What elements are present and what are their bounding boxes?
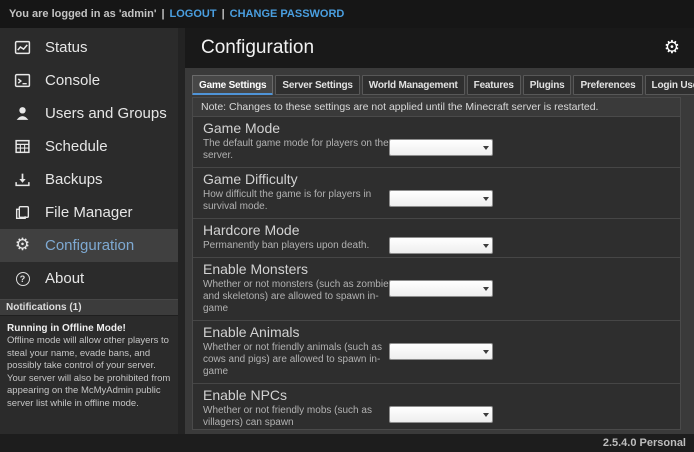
enable-npcs-select[interactable] — [389, 406, 493, 423]
tab-preferences[interactable]: Preferences — [573, 75, 642, 95]
schedule-icon — [13, 137, 32, 156]
sidebar-item-label: About — [45, 270, 84, 287]
setting-description: Whether or not friendly mobs (such as vi… — [203, 405, 395, 429]
setting-title: Enable Monsters — [203, 262, 680, 277]
notification-text: Offline mode will allow other players to… — [7, 335, 171, 410]
sidebar-item-label: Console — [45, 72, 100, 89]
notifications-body: Running in Offline Mode! Offline mode wi… — [0, 316, 178, 416]
main-header: Configuration ⚙ — [185, 28, 694, 68]
setting-description: Permanently ban players upon death. — [203, 240, 395, 252]
enable-monsters-select[interactable] — [389, 280, 493, 297]
sidebar-item-label: Backups — [45, 171, 103, 188]
version-label: 2.5.4.0 Personal — [603, 437, 686, 449]
footer: 2.5.4.0 Personal — [0, 434, 694, 452]
users-icon — [13, 104, 32, 123]
setting-description: How difficult the game is for players in… — [203, 189, 395, 213]
setting-game-difficulty: Game Difficulty How difficult the game i… — [193, 168, 680, 219]
sidebar-item-console[interactable]: Console — [0, 64, 178, 97]
setting-description: Whether or not monsters (such as zombies… — [203, 279, 395, 315]
tab-plugins[interactable]: Plugins — [523, 75, 572, 95]
enable-animals-select[interactable] — [389, 343, 493, 360]
notification-title: Running in Offline Mode! — [7, 322, 171, 335]
tab-bar: Game Settings Server Settings World Mana… — [192, 75, 681, 95]
sidebar-item-label: Schedule — [45, 138, 108, 155]
settings-panel: Note: Changes to these settings are not … — [192, 97, 681, 430]
gear-icon: ⚙ — [664, 37, 680, 58]
chevron-down-icon — [483, 146, 489, 150]
setting-title: Enable NPCs — [203, 388, 680, 403]
tab-features[interactable]: Features — [467, 75, 521, 95]
sidebar-item-label: Configuration — [45, 237, 134, 254]
tab-world-management[interactable]: World Management — [362, 75, 465, 95]
hardcore-mode-select[interactable] — [389, 237, 493, 254]
status-icon — [13, 38, 32, 57]
file-manager-icon — [13, 203, 32, 222]
game-mode-select[interactable] — [389, 139, 493, 156]
setting-game-mode: Game Mode The default game mode for play… — [193, 117, 680, 168]
topbar-separator: | — [161, 8, 164, 20]
chevron-down-icon — [483, 413, 489, 417]
mcmyadmin-app: You are logged in as 'admin' | LOGOUT | … — [0, 0, 694, 452]
notifications-header: Notifications (1) — [0, 299, 178, 316]
setting-enable-monsters: Enable Monsters Whether or not monsters … — [193, 258, 680, 321]
chevron-down-icon — [483, 197, 489, 201]
sidebar-item-file-manager[interactable]: File Manager — [0, 196, 178, 229]
tab-login-users[interactable]: Login Users — [645, 75, 694, 95]
tab-server-settings[interactable]: Server Settings — [275, 75, 359, 95]
main-panel: Configuration ⚙ Game Settings Server Set… — [185, 28, 694, 434]
logged-in-text: You are logged in as 'admin' — [9, 8, 156, 20]
sidebar-item-status[interactable]: Status — [0, 31, 178, 64]
chevron-down-icon — [483, 244, 489, 248]
setting-description: The default game mode for players on the… — [203, 138, 395, 162]
sidebar-item-backups[interactable]: Backups — [0, 163, 178, 196]
backups-icon — [13, 170, 32, 189]
sidebar-item-users-and-groups[interactable]: Users and Groups — [0, 97, 178, 130]
logout-link[interactable]: LOGOUT — [170, 8, 217, 20]
main-body: Game Settings Server Settings World Mana… — [185, 68, 694, 434]
setting-title: Game Difficulty — [203, 172, 680, 187]
topbar: You are logged in as 'admin' | LOGOUT | … — [0, 0, 694, 28]
game-difficulty-select[interactable] — [389, 190, 493, 207]
setting-hardcore-mode: Hardcore Mode Permanently ban players up… — [193, 219, 680, 258]
setting-title: Game Mode — [203, 121, 680, 136]
restart-note: Note: Changes to these settings are not … — [193, 98, 680, 117]
settings-gear-button[interactable]: ⚙ — [664, 39, 680, 58]
sidebar: Status Console — [0, 28, 178, 434]
chevron-down-icon — [483, 287, 489, 291]
setting-description: Whether or not friendly animals (such as… — [203, 342, 395, 378]
sidebar-nav: Status Console — [0, 28, 178, 295]
sidebar-item-label: File Manager — [45, 204, 133, 221]
setting-title: Hardcore Mode — [203, 223, 680, 238]
setting-enable-npcs: Enable NPCs Whether or not friendly mobs… — [193, 384, 680, 430]
setting-title: Enable Animals — [203, 325, 680, 340]
sidebar-item-schedule[interactable]: Schedule — [0, 130, 178, 163]
sidebar-item-about[interactable]: ? About — [0, 262, 178, 295]
sidebar-item-label: Users and Groups — [45, 105, 167, 122]
sidebar-item-label: Status — [45, 39, 88, 56]
topbar-separator: | — [222, 8, 225, 20]
page-title: Configuration — [201, 37, 664, 59]
change-password-link[interactable]: CHANGE PASSWORD — [230, 8, 345, 20]
chevron-down-icon — [483, 350, 489, 354]
setting-enable-animals: Enable Animals Whether or not friendly a… — [193, 321, 680, 384]
console-icon — [13, 71, 32, 90]
sidebar-item-configuration[interactable]: ⚙ Configuration — [0, 229, 178, 262]
gear-icon: ⚙ — [13, 236, 32, 255]
question-icon: ? — [13, 269, 32, 288]
tab-game-settings[interactable]: Game Settings — [192, 75, 273, 95]
